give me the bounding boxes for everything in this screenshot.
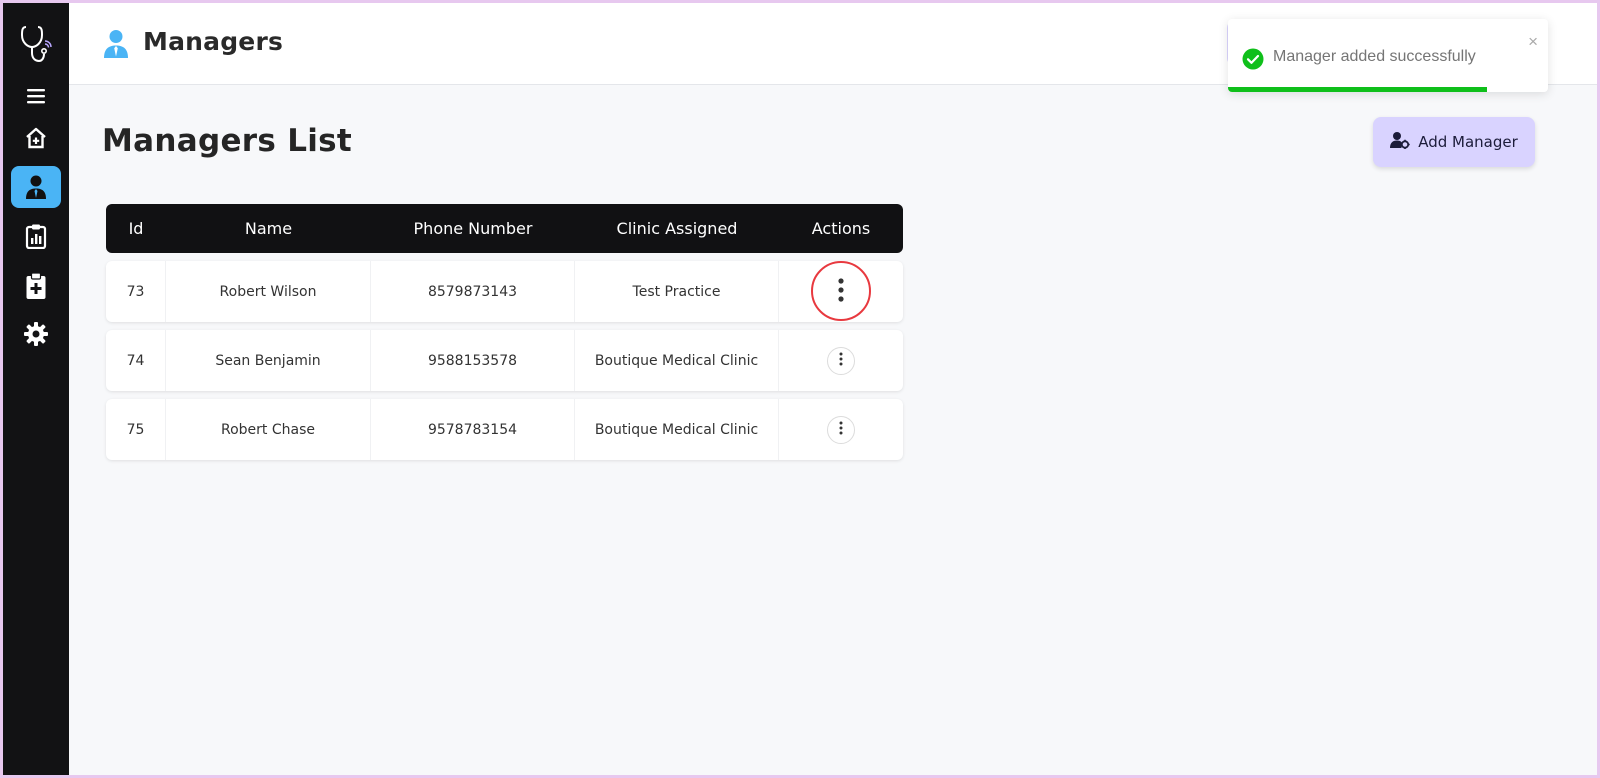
table-row[interactable]: 73 Robert Wilson 8579873143 Test Practic… [106,261,903,322]
more-vertical-icon [839,421,843,439]
add-manager-label: Add Manager [1418,133,1518,151]
cell-name: Sean Benjamin [166,330,371,391]
row-actions-button[interactable] [827,415,855,444]
cell-actions [779,330,903,391]
stethoscope-logo-icon[interactable] [11,21,61,63]
success-check-icon [1242,48,1264,74]
cell-clinic: Test Practice [575,261,779,322]
cell-phone: 8579873143 [371,261,575,322]
cell-id: 74 [106,330,166,391]
table-row[interactable]: 75 Robert Chase 9578783154 Boutique Medi… [106,399,903,460]
column-header-name[interactable]: Name [166,219,371,238]
cell-phone: 9588153578 [371,330,575,391]
cell-actions [779,399,903,460]
manager-user-icon[interactable] [11,166,61,208]
clipboard-report-icon[interactable] [11,215,61,257]
column-header-clinic[interactable]: Clinic Assigned [575,219,779,238]
table-row[interactable]: 74 Sean Benjamin 9588153578 Boutique Med… [106,330,903,391]
cell-name: Robert Chase [166,399,371,460]
medical-clipboard-icon[interactable] [11,265,61,307]
section-heading: Managers List [102,123,353,159]
row-actions-button[interactable] [827,277,855,307]
cell-clinic: Boutique Medical Clinic [575,330,779,391]
row-actions-button[interactable] [827,346,855,375]
user-gear-icon [1390,131,1410,153]
more-vertical-icon [839,352,843,370]
app-window: Managers Manager added successfully × Ma… [3,3,1597,775]
settings-gear-icon[interactable] [11,313,61,355]
manager-user-icon [103,29,129,63]
cell-phone: 9578783154 [371,399,575,460]
page-title: Managers [143,27,284,56]
hamburger-menu-icon[interactable] [11,75,61,117]
cell-clinic: Boutique Medical Clinic [575,399,779,460]
add-manager-button[interactable]: Add Manager [1373,117,1535,167]
column-header-phone[interactable]: Phone Number [371,219,575,238]
cell-actions [779,261,903,322]
toast-progress-bar [1228,87,1488,92]
column-header-id[interactable]: Id [106,219,166,238]
toast-message: Manager added successfully [1273,48,1476,65]
sidebar [3,3,69,775]
home-icon[interactable] [11,117,61,159]
more-vertical-icon [837,277,845,307]
success-toast: Manager added successfully × [1228,19,1548,92]
close-icon[interactable]: × [1528,33,1538,50]
cell-name: Robert Wilson [166,261,371,322]
cell-id: 75 [106,399,166,460]
cell-id: 73 [106,261,166,322]
table-header: Id Name Phone Number Clinic Assigned Act… [106,204,903,253]
column-header-actions: Actions [811,219,871,238]
